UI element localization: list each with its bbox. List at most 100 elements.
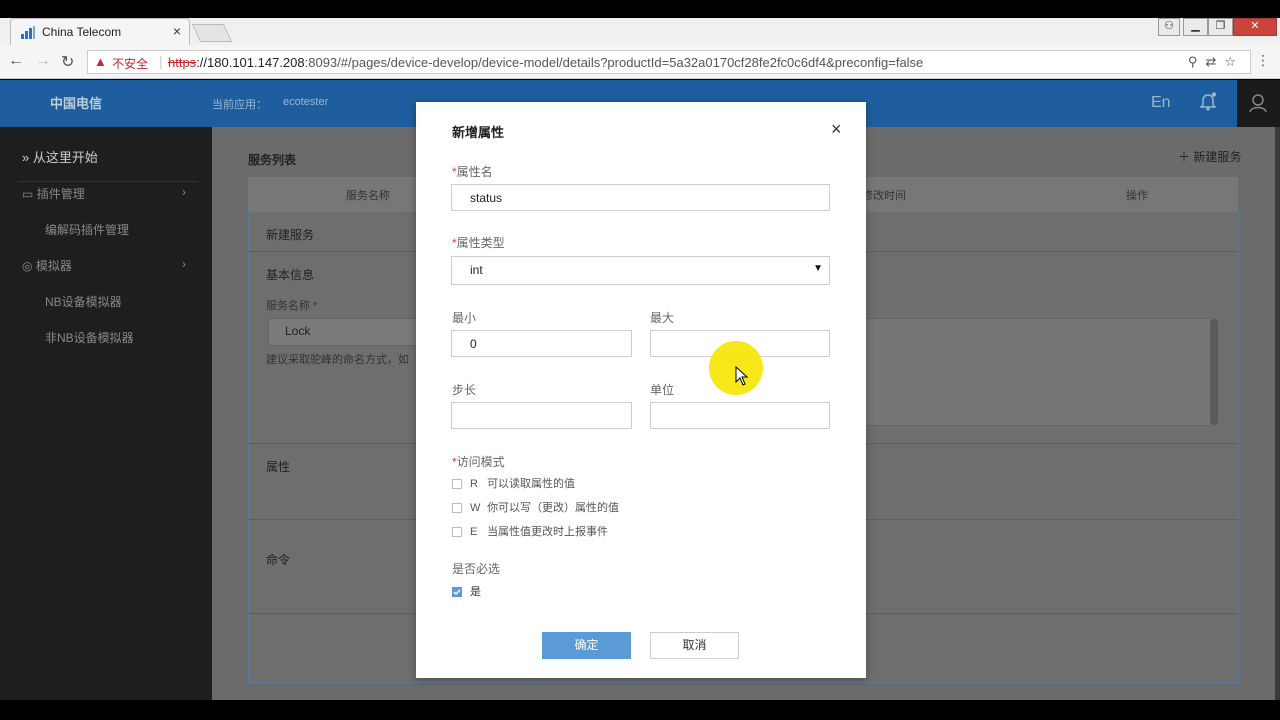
- access-mode-write[interactable]: W 你可以写（更改）属性的值: [452, 499, 619, 515]
- sidebar-item-label: NB设备模拟器: [45, 295, 122, 309]
- access-mode-read[interactable]: R 可以读取属性的值: [452, 475, 575, 491]
- address-bar[interactable]: ▲ 不安全 | https://180.101.147.208:8093/#/p…: [87, 50, 1251, 74]
- sidebar-item-label: 编解码插件管理: [45, 223, 130, 237]
- access-mode-event[interactable]: E 当属性值更改时上报事件: [452, 523, 608, 539]
- max-label: 最大: [650, 311, 675, 325]
- service-list-title: 服务列表: [248, 153, 297, 167]
- simulator-icon: ◎: [22, 259, 33, 273]
- url-separator: |: [159, 53, 163, 69]
- access-text: 当属性值更改时上报事件: [487, 526, 609, 538]
- new-service-button[interactable]: ＋ 新建服务: [1178, 148, 1241, 165]
- sidebar-item-simulator[interactable]: ◎ 模拟器: [22, 257, 72, 274]
- property-section-title: 属性: [266, 460, 291, 474]
- chevron-right-icon: ›: [182, 185, 186, 199]
- confirm-button[interactable]: 确定: [542, 632, 631, 659]
- property-name-input[interactable]: status: [451, 184, 830, 211]
- user-menu[interactable]: [1237, 80, 1280, 127]
- sidebar-item-label: 从这里开始: [32, 150, 98, 165]
- url-protocol: https: [168, 55, 197, 70]
- checked-checkbox[interactable]: [452, 587, 462, 598]
- unit-input[interactable]: [650, 402, 830, 429]
- basic-info-heading: 基本信息: [266, 268, 315, 282]
- access-letter: R: [470, 478, 478, 490]
- access-letter: E: [470, 526, 478, 538]
- restore-icon[interactable]: ❐: [1208, 18, 1233, 36]
- sidebar-item-label: 模拟器: [35, 259, 72, 273]
- step-label: 步长: [452, 383, 477, 397]
- user-icon[interactable]: ⚇: [1158, 18, 1180, 36]
- required-label: 是否必选: [452, 562, 501, 576]
- property-name-label: *属性名: [452, 165, 493, 179]
- dropdown-arrow-icon: ▼: [813, 263, 823, 274]
- tab-close-icon[interactable]: ×: [173, 23, 181, 39]
- mouse-pointer-icon: [735, 366, 749, 386]
- unit-label: 单位: [650, 383, 675, 397]
- bell-icon[interactable]: [1199, 92, 1217, 112]
- warning-icon: ▲: [94, 54, 107, 69]
- url-text[interactable]: https://180.101.147.208:8093/#/pages/dev…: [168, 55, 923, 70]
- bookmark-star-icon[interactable]: ☆: [1224, 54, 1244, 69]
- command-section-title: 命令: [266, 553, 291, 567]
- insecure-label[interactable]: 不安全: [112, 55, 148, 72]
- new-tab-button[interactable]: [191, 24, 233, 42]
- sidebar-item-nb-simulator[interactable]: NB设备模拟器: [45, 293, 122, 310]
- step-input[interactable]: [451, 402, 632, 429]
- service-name-label: 服务名称 *: [266, 300, 318, 312]
- url-path: :8093/#/pages/device-develop/device-mode…: [304, 55, 924, 70]
- column-header: 修改时间: [862, 190, 906, 202]
- sidebar-item-plugin-management[interactable]: ▭ 插件管理: [22, 185, 85, 202]
- min-label: 最小: [452, 311, 477, 325]
- language-switch[interactable]: En: [1151, 94, 1171, 112]
- property-type-label: *属性类型: [452, 236, 505, 250]
- sidebar-item-non-nb-simulator[interactable]: 非NB设备模拟器: [45, 329, 134, 346]
- sidebar-item-codec-plugin[interactable]: 编解码插件管理: [45, 221, 129, 238]
- property-type-select[interactable]: int ▼: [451, 256, 830, 285]
- checkbox[interactable]: [452, 479, 462, 490]
- chevron-right-icon: ›: [182, 257, 186, 271]
- current-app-value[interactable]: ecotester: [283, 96, 328, 108]
- china-telecom-logo[interactable]: 中国电信: [50, 93, 102, 112]
- translate-icon[interactable]: ⇄: [1205, 54, 1224, 69]
- sidebar-item-label: 插件管理: [36, 187, 85, 201]
- reload-icon[interactable]: ↻: [61, 52, 74, 72]
- browser-toolbar: ← → ↻ ▲ 不安全 | https://180.101.147.208:80…: [0, 45, 1280, 79]
- service-name-input[interactable]: Lock: [268, 318, 428, 346]
- required-option-label: 是: [470, 586, 481, 598]
- user-icon: [1249, 94, 1267, 113]
- access-mode-label: *访问模式: [452, 455, 505, 469]
- description-textarea[interactable]: [865, 318, 1217, 426]
- checkbox[interactable]: [452, 503, 462, 514]
- browser-tab-bar: China Telecom × ⚇ ▁ ❐ ✕: [0, 18, 1280, 45]
- column-header: 服务名称: [346, 190, 390, 202]
- tab-title: China Telecom: [42, 25, 122, 39]
- sidebar-item-label: 非NB设备模拟器: [45, 331, 134, 345]
- minimize-icon[interactable]: ▁: [1183, 18, 1208, 36]
- browser-menu-icon[interactable]: ⋮: [1256, 52, 1270, 69]
- checkmark-icon: [453, 589, 461, 596]
- scrollbar[interactable]: [1210, 319, 1218, 425]
- window-close-icon[interactable]: ✕: [1233, 18, 1277, 36]
- checkbox[interactable]: [452, 527, 462, 538]
- zoom-icon[interactable]: ⚲: [1188, 54, 1206, 69]
- cancel-button[interactable]: 取消: [650, 632, 739, 659]
- url-host: ://180.101.147.208: [196, 55, 305, 70]
- min-input[interactable]: 0: [451, 330, 632, 357]
- browser-tab[interactable]: China Telecom ×: [10, 18, 190, 45]
- screen: China Telecom × ⚇ ▁ ❐ ✕ ← → ↻ ▲ 不安全 | ht…: [0, 0, 1280, 720]
- sidebar-divider: [18, 181, 198, 182]
- address-bar-icons: ⚲⇄☆: [1188, 54, 1244, 70]
- close-icon[interactable]: ×: [831, 119, 842, 140]
- sidebar: » 从这里开始 ▭ 插件管理 › 编解码插件管理 ◎ 模拟器 › NB设备模拟器…: [0, 127, 212, 700]
- required-option[interactable]: 是: [452, 583, 481, 599]
- back-arrow-icon[interactable]: ←: [8, 52, 24, 70]
- sidebar-item-start[interactable]: » 从这里开始: [22, 147, 98, 166]
- service-name-hint: 建议采取驼峰的命名方式，如: [266, 354, 409, 366]
- access-text: 可以读取属性的值: [487, 478, 576, 490]
- access-letter: W: [470, 502, 481, 514]
- access-text: 你可以写（更改）属性的值: [487, 502, 620, 514]
- forward-arrow-icon[interactable]: →: [35, 52, 51, 70]
- current-app-label: 当前应用：: [212, 99, 267, 111]
- add-property-dialog: 新增属性 × *属性名 status *属性类型 int ▼ 最小 最大 0 步…: [416, 102, 866, 678]
- new-service-title: 新建服务: [266, 228, 315, 242]
- signal-bars-icon: [21, 26, 35, 39]
